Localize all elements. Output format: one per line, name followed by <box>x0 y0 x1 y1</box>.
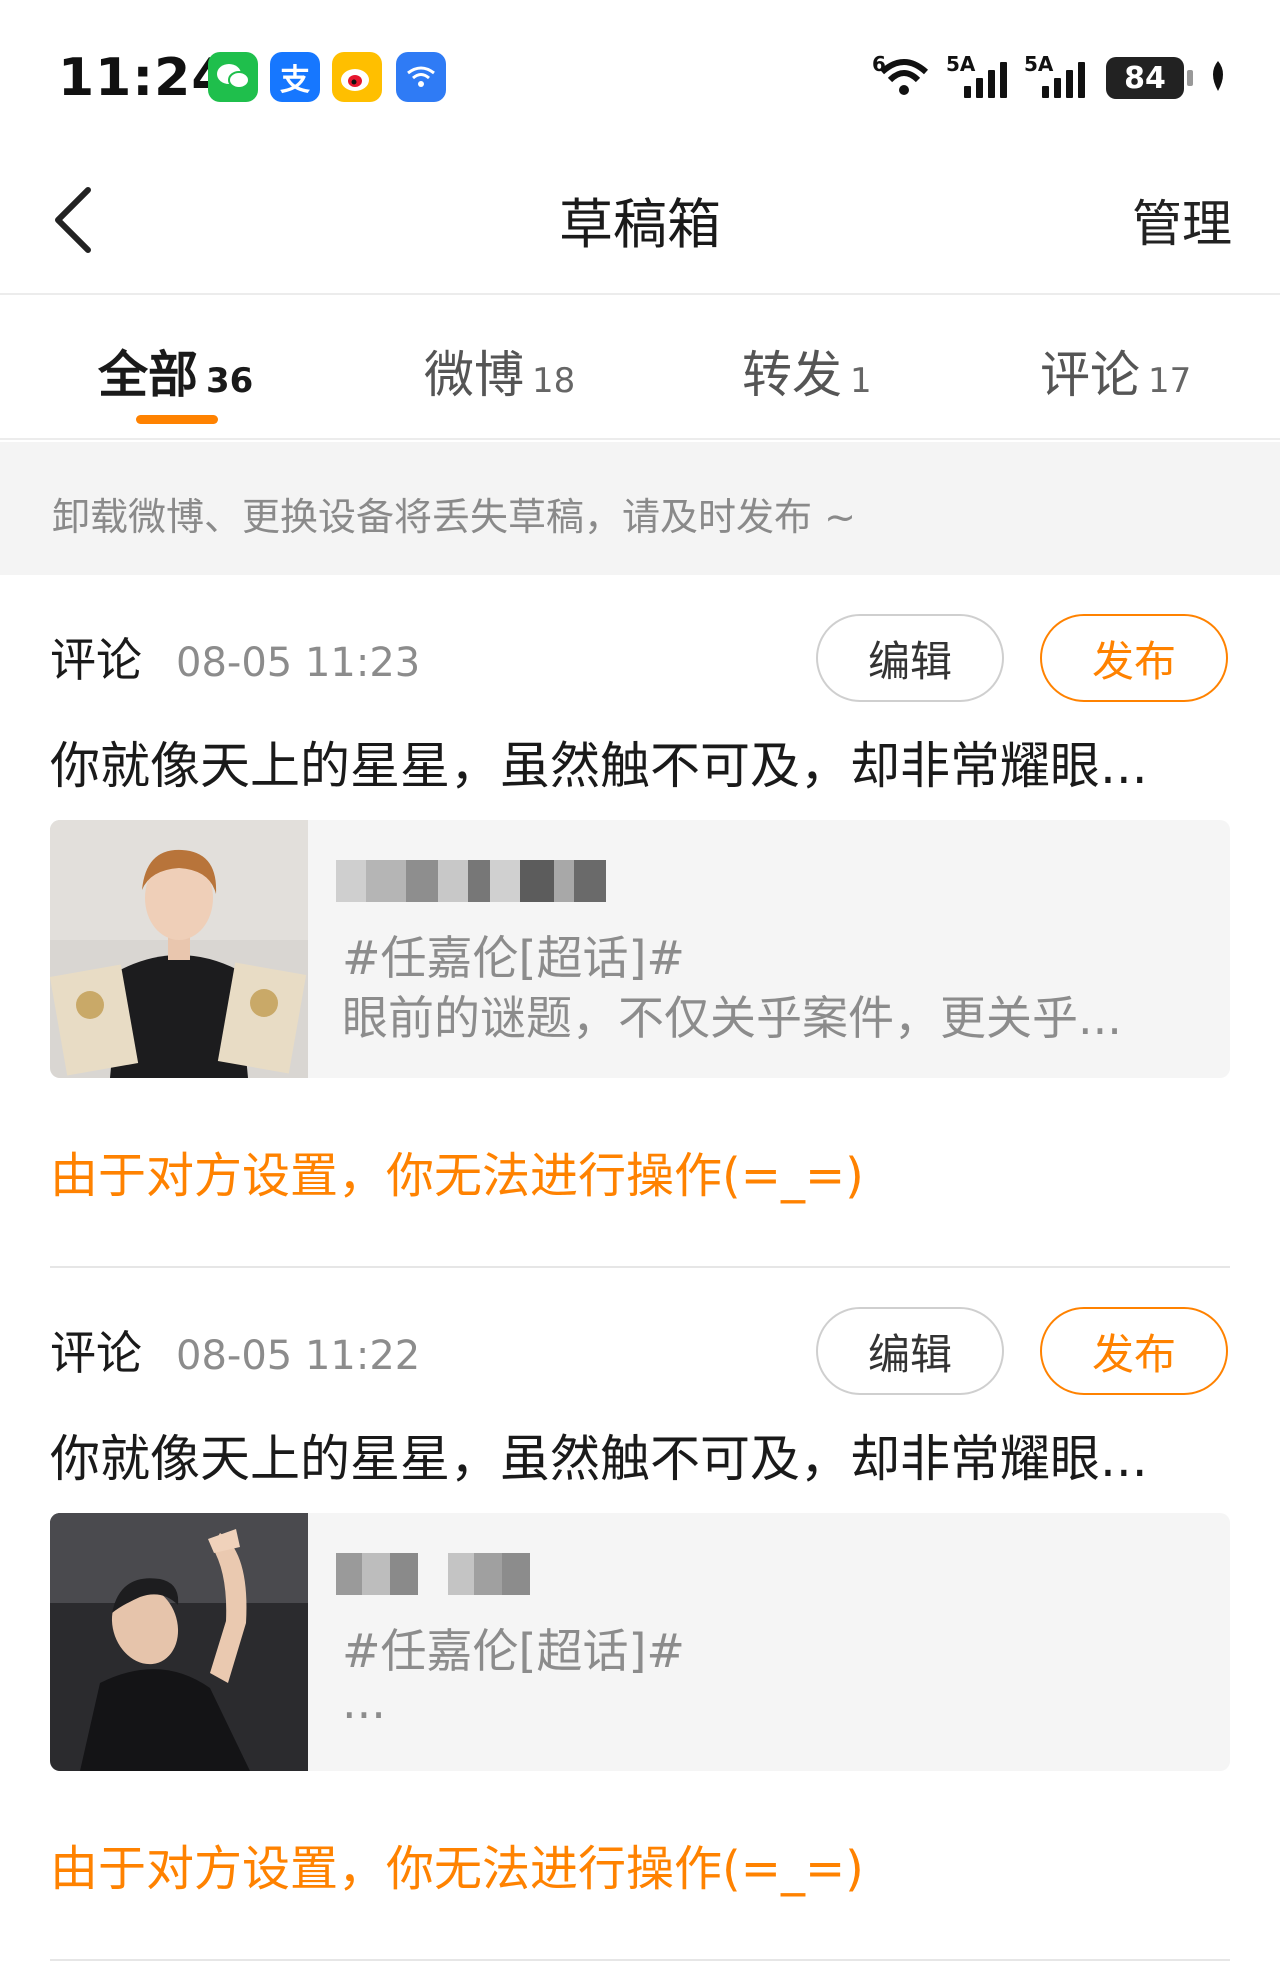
divider <box>50 1266 1230 1268</box>
cell-signal-1-icon: 5A <box>946 52 1010 98</box>
wifi-signal-icon: 6 <box>872 52 932 98</box>
edit-button[interactable]: 编辑 <box>816 614 1004 702</box>
status-bar: 11:24 支 6 5A 5A 84 <box>0 0 1280 150</box>
quoted-post-topic: #任嘉伦[超话]# <box>342 1624 685 1678</box>
draft-type: 评论 <box>50 1326 142 1380</box>
quoted-post-body: ... <box>342 1675 386 1729</box>
tab-weibo[interactable]: 微博 18 <box>424 335 575 407</box>
tab-repost[interactable]: 转发 1 <box>742 335 872 407</box>
draft-item[interactable]: 评论 08-05 11:23 编辑 发布 你就像天上的星星，虽然触不可及，却非常… <box>0 576 1280 1268</box>
quoted-post-body: 眼前的谜题，不仅关乎案件，更关乎... <box>342 991 1122 1045</box>
battery-icon: 84 <box>1106 57 1193 99</box>
nav-bar: 草稿箱 管理 <box>0 150 1280 295</box>
publish-button[interactable]: 发布 <box>1040 614 1228 702</box>
weibo-icon <box>332 52 382 102</box>
tab-label: 评论 <box>1040 346 1140 404</box>
tab-comment[interactable]: 评论 17 <box>1040 335 1191 407</box>
blurred-username <box>336 860 606 902</box>
draft-item[interactable]: 评论 08-05 11:22 编辑 发布 你就像天上的星星，虽然触不可及，却非常… <box>0 1269 1280 1961</box>
draft-header: 评论 08-05 11:23 <box>50 624 420 690</box>
draft-text: 你就像天上的星星，虽然触不可及，却非常耀眼... <box>50 737 1148 795</box>
alipay-icon: 支 <box>270 52 320 102</box>
quoted-post-topic: #任嘉伦[超话]# <box>342 931 685 985</box>
leaf-icon <box>1208 59 1228 97</box>
status-time: 11:24 <box>58 48 229 108</box>
page-title: 草稿箱 <box>559 193 721 256</box>
notice-banner: 卸载微博、更换设备将丢失草稿，请及时发布 ~ <box>0 442 1280 575</box>
quoted-post[interactable]: #任嘉伦[超话]# ... <box>50 1513 1230 1771</box>
notice-text: 卸载微博、更换设备将丢失草稿，请及时发布 ~ <box>52 495 856 539</box>
wechat-icon <box>208 52 258 102</box>
draft-text: 你就像天上的星星，虽然触不可及，却非常耀眼... <box>50 1430 1148 1488</box>
tab-label: 微博 <box>424 346 524 404</box>
quoted-post[interactable]: #任嘉伦[超话]# 眼前的谜题，不仅关乎案件，更关乎... <box>50 820 1230 1078</box>
active-tab-indicator <box>136 415 218 424</box>
tab-all[interactable]: 全部 36 <box>98 335 253 407</box>
publish-button[interactable]: 发布 <box>1040 1307 1228 1395</box>
draft-type: 评论 <box>50 633 142 687</box>
tab-label: 转发 <box>742 346 842 404</box>
permission-warning: 由于对方设置，你无法进行操作(=_=) <box>50 1841 864 1897</box>
cell-signal-2-icon: 5A <box>1024 52 1088 98</box>
quoted-post-thumbnail <box>50 1513 308 1771</box>
quoted-post-thumbnail <box>50 820 308 1078</box>
tab-count: 1 <box>850 361 872 401</box>
edit-button[interactable]: 编辑 <box>816 1307 1004 1395</box>
tab-count: 18 <box>532 361 576 401</box>
status-indicators: 6 5A 5A 84 <box>872 52 1228 102</box>
manage-button[interactable]: 管理 <box>1132 184 1232 256</box>
tab-count: 36 <box>206 361 254 401</box>
draft-time: 08-05 11:22 <box>176 1333 421 1379</box>
divider <box>50 1959 1230 1961</box>
blurred-username <box>336 1553 530 1595</box>
draft-tabs: 全部 36 微博 18 转发 1 评论 17 <box>0 297 1280 440</box>
draft-time: 08-05 11:23 <box>176 640 421 686</box>
tab-label: 全部 <box>98 346 198 404</box>
draft-header: 评论 08-05 11:22 <box>50 1317 420 1383</box>
wifi-app-icon <box>396 52 446 102</box>
tab-count: 17 <box>1148 361 1192 401</box>
permission-warning: 由于对方设置，你无法进行操作(=_=) <box>50 1148 864 1204</box>
